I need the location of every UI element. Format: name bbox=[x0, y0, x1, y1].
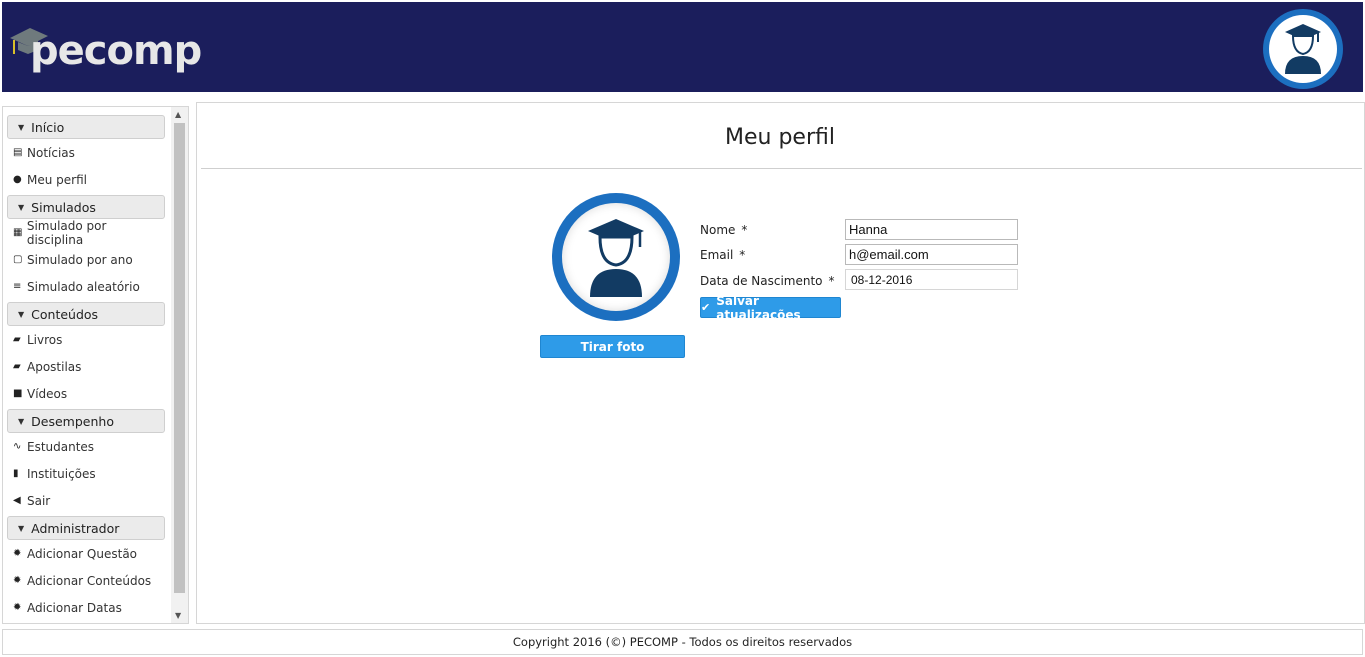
gear-icon: ✹ bbox=[13, 602, 22, 613]
pecomp-logo[interactable]: pecomp bbox=[8, 20, 202, 82]
section-title: Simulados bbox=[31, 199, 96, 215]
scroll-up-arrow-icon[interactable]: ▲ bbox=[175, 110, 181, 119]
sidebar-item-adicionar-datas[interactable]: ✹ Adicionar Datas bbox=[7, 594, 165, 621]
sidebar-item-noticias[interactable]: ▤ Notícias bbox=[7, 139, 165, 166]
sidebar-item-label: Vídeos bbox=[27, 386, 68, 401]
sidebar-item-simulado-ano[interactable]: ▢ Simulado por ano bbox=[7, 246, 165, 273]
take-photo-button[interactable]: Tirar foto bbox=[540, 335, 685, 358]
save-button-label: Salvar atualizações bbox=[716, 293, 801, 322]
sidebar-item-label: Simulado aleatório bbox=[27, 279, 140, 294]
section-simulados[interactable]: ▼ Simulados bbox=[7, 195, 165, 219]
required-mark: * bbox=[828, 274, 835, 288]
sidebar-item-label: Notícias bbox=[27, 145, 75, 160]
email-field[interactable] bbox=[845, 244, 1018, 265]
scrollbar-thumb[interactable] bbox=[174, 123, 185, 593]
profile-picture bbox=[552, 193, 680, 321]
gear-icon: ✹ bbox=[13, 575, 22, 586]
arrow-circle-left-icon: ◀ bbox=[13, 495, 21, 506]
logo-text: pecomp bbox=[30, 28, 202, 74]
sidebar-item-videos[interactable]: ■ Vídeos bbox=[7, 380, 165, 407]
sidebar-item-label: Meu perfil bbox=[27, 172, 87, 187]
sidebar-item-meu-perfil[interactable]: ● Meu perfil bbox=[7, 166, 165, 193]
sidebar-item-label: Adicionar Datas bbox=[27, 600, 122, 615]
required-mark: * bbox=[739, 248, 746, 262]
graduate-avatar-icon bbox=[588, 219, 644, 297]
caret-down-icon: ▼ bbox=[18, 122, 25, 132]
sidebar-item-simulado-disciplina[interactable]: ▦ Simulado por disciplina bbox=[7, 218, 165, 247]
calendar-icon: ▢ bbox=[13, 254, 23, 265]
user-icon: ● bbox=[13, 174, 22, 185]
footer: Copyright 2016 (©) PECOMP - Todos os dir… bbox=[2, 629, 1363, 655]
sidebar-item-adicionar-conteudos[interactable]: ✹ Adicionar Conteúdos bbox=[7, 567, 165, 594]
caret-down-icon: ▼ bbox=[18, 523, 25, 533]
email-label-text: Email bbox=[700, 248, 734, 262]
name-field[interactable] bbox=[845, 219, 1018, 240]
birthdate-field[interactable] bbox=[845, 269, 1018, 290]
save-updates-button[interactable]: ✔ Salvar atualizações bbox=[700, 294, 841, 322]
caret-down-icon: ▼ bbox=[18, 309, 25, 319]
name-label: Nome * bbox=[700, 223, 747, 237]
sidebar-menu: ▼ Início ▤ Notícias ● Meu perfil ▼ Simulados… bbox=[7, 113, 165, 621]
check-icon: ✔ bbox=[701, 301, 711, 314]
section-desempenho[interactable]: ▼ Desempenho bbox=[7, 409, 165, 433]
sidebar-item-apostilas[interactable]: ▰ Apostilas bbox=[7, 353, 165, 380]
top-header: pecomp bbox=[2, 2, 1363, 92]
caret-down-icon: ▼ bbox=[18, 202, 25, 212]
section-conteudos[interactable]: ▼ Conteúdos bbox=[7, 302, 165, 326]
sidebar-item-label: Adicionar Questão bbox=[27, 546, 138, 561]
sidebar-item-label: Livros bbox=[27, 332, 63, 347]
page-title: Meu perfil bbox=[725, 125, 835, 150]
sidebar-item-adicionar-questao[interactable]: ✹ Adicionar Questão bbox=[7, 540, 165, 567]
section-title: Conteúdos bbox=[31, 306, 99, 322]
sidebar-item-label: Simulado por disciplina bbox=[26, 218, 107, 247]
sidebar-item-livros[interactable]: ▰ Livros bbox=[7, 326, 165, 353]
book-icon: ▰ bbox=[13, 334, 21, 345]
required-mark: * bbox=[741, 223, 748, 237]
name-label-text: Nome bbox=[700, 223, 736, 237]
section-title: Administrador bbox=[31, 520, 120, 536]
section-title: Desempenho bbox=[31, 413, 114, 429]
video-camera-icon: ■ bbox=[13, 388, 23, 399]
caret-down-icon: ▼ bbox=[18, 416, 25, 426]
sidebar: ▼ Início ▤ Notícias ● Meu perfil ▼ Simulados… bbox=[2, 106, 189, 624]
gear-icon: ✹ bbox=[13, 548, 22, 559]
graduate-avatar-icon bbox=[1285, 24, 1321, 74]
sidebar-item-estudantes[interactable]: ∿ Estudantes bbox=[7, 433, 165, 460]
newspaper-icon: ▤ bbox=[13, 147, 23, 158]
birthdate-label: Data de Nascimento * bbox=[700, 274, 835, 288]
section-title: Início bbox=[31, 119, 65, 135]
sidebar-item-label: Adicionar Conteúdos bbox=[27, 573, 152, 588]
sidebar-item-simulado-aleatorio[interactable]: ≡ Simulado aleatório bbox=[7, 273, 165, 300]
scroll-down-arrow-icon[interactable]: ▼ bbox=[175, 611, 181, 620]
user-avatar[interactable] bbox=[1263, 9, 1343, 89]
sidebar-item-instituicoes[interactable]: ▮ Instituições bbox=[7, 460, 165, 487]
sidebar-item-label: Instituições bbox=[27, 466, 96, 481]
sidebar-item-label: Sair bbox=[27, 493, 51, 508]
birthdate-label-text: Data de Nascimento bbox=[700, 274, 823, 288]
sidebar-item-label: Estudantes bbox=[27, 439, 95, 454]
book-icon: ▰ bbox=[13, 361, 21, 372]
section-administrador[interactable]: ▼ Administrador bbox=[7, 516, 165, 540]
sidebar-item-label: Apostilas bbox=[27, 359, 82, 374]
section-inicio[interactable]: ▼ Início bbox=[7, 115, 165, 139]
table-icon: ▦ bbox=[13, 227, 23, 238]
list-icon: ≡ bbox=[13, 281, 22, 292]
sidebar-item-sair[interactable]: ◀ Sair bbox=[7, 487, 165, 514]
copyright-text: Copyright 2016 (©) PECOMP - Todos os dir… bbox=[512, 635, 853, 649]
line-chart-icon: ∿ bbox=[13, 441, 22, 452]
main-content: Meu perfil Tirar foto Nome* Email* Data … bbox=[196, 102, 1365, 624]
title-divider bbox=[201, 168, 1362, 169]
email-label: Email * bbox=[700, 248, 745, 262]
sidebar-item-label: Simulado por ano bbox=[27, 252, 133, 267]
bar-chart-icon: ▮ bbox=[13, 468, 19, 479]
sidebar-scrollbar[interactable]: ▲ ▼ bbox=[171, 107, 188, 623]
